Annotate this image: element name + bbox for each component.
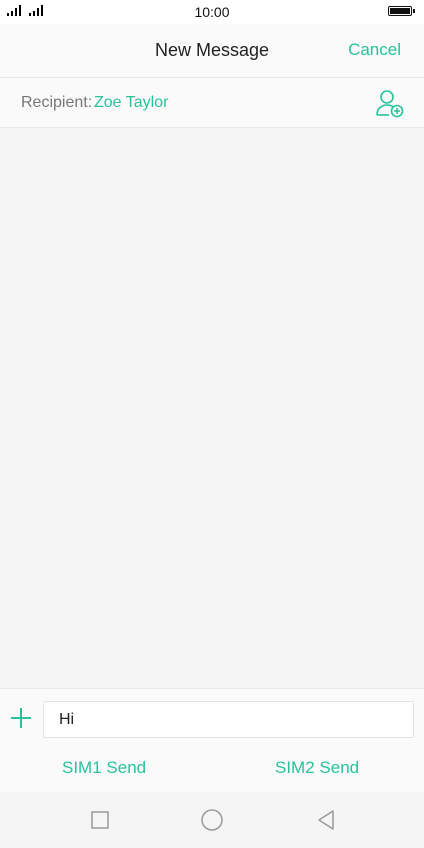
sim2-send-button[interactable]: SIM2 Send [275, 758, 359, 778]
triangle-back-icon[interactable] [314, 808, 338, 832]
screen: 10:00 New Message Cancel Recipient: Zoe … [0, 0, 424, 848]
sim1-send-button[interactable]: SIM1 Send [62, 758, 146, 778]
status-time: 10:00 [194, 4, 230, 20]
cancel-button[interactable]: Cancel [348, 40, 401, 60]
plus-icon[interactable] [9, 706, 33, 730]
navigation-bar [0, 792, 424, 848]
recipient-label: Recipient: [21, 94, 93, 111]
circle-icon[interactable] [200, 808, 224, 832]
header: New Message Cancel [0, 24, 424, 78]
message-input[interactable] [43, 701, 414, 738]
recipient-name[interactable]: Zoe Taylor [94, 94, 168, 112]
square-icon[interactable] [88, 808, 112, 832]
recipient-row[interactable]: Recipient: Zoe Taylor [0, 78, 424, 128]
compose-bar: SIM1 Send SIM2 Send [0, 688, 424, 792]
add-contact-icon[interactable] [374, 88, 406, 120]
conversation-area [0, 128, 424, 688]
status-bar: 10:00 [0, 0, 424, 24]
battery-icon [388, 6, 415, 16]
